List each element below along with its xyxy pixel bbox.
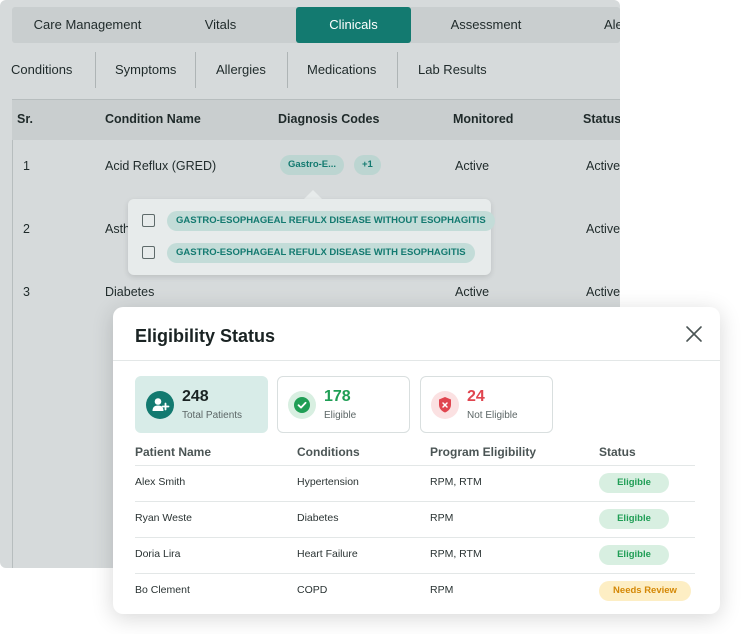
header-program-eligibility: Program Eligibility (430, 445, 537, 459)
row-divider (135, 573, 695, 574)
row-monitored: Active (455, 159, 490, 173)
row-status: Active (586, 285, 620, 299)
subtab-symptoms[interactable]: Symptoms (115, 52, 176, 88)
patient-program: RPM, RTM (430, 548, 482, 560)
diagnosis-option-label: GASTRO-ESOPHAGEAL REFULX DISEASE WITH ES… (167, 243, 475, 263)
patient-name: Alex Smith (135, 476, 186, 488)
header-condition-name: Condition Name (105, 112, 201, 126)
header-conditions: Conditions (297, 445, 360, 459)
tab-clinicals[interactable]: Clinicals (296, 7, 411, 43)
diagnosis-option-label: GASTRO-ESOPHAGEAL REFULX DISEASE WITHOUT… (167, 211, 495, 231)
main-tab-bar: Care Management Vitals Clinicals Assessm… (12, 7, 620, 43)
stat-value: 178 (324, 388, 351, 405)
stat-label: Not Eligible (467, 410, 518, 421)
header-status: Status (599, 445, 636, 459)
close-icon[interactable] (684, 324, 704, 344)
modal-divider (113, 360, 720, 361)
more-codes-chip[interactable]: +1 (354, 155, 381, 175)
patient-condition: COPD (297, 584, 328, 596)
header-diagnosis-codes: Diagnosis Codes (278, 112, 380, 126)
clinicals-sub-tabs: Conditions Symptoms Allergies Medication… (0, 52, 620, 88)
diagnosis-codes-popover: GASTRO-ESOPHAGEAL REFULX DISEASE WITHOUT… (128, 199, 495, 275)
option-checkbox[interactable] (142, 246, 155, 259)
row-divider (135, 501, 695, 502)
status-badge: Eligible (599, 473, 669, 493)
row-monitored: Active (455, 285, 490, 299)
stat-label: Eligible (324, 410, 357, 421)
stat-card-eligible[interactable]: 178 Eligible (277, 376, 410, 433)
stat-value: 24 (467, 388, 485, 405)
patient-program: RPM (430, 512, 454, 524)
patient-program: RPM (430, 584, 454, 596)
patient-name: Bo Clement (135, 584, 190, 596)
patient-program: RPM, RTM (430, 476, 482, 488)
shield-x-icon (431, 391, 459, 419)
stat-label: Total Patients (182, 410, 243, 421)
row-sr: 1 (23, 159, 30, 173)
stat-value: 248 (182, 388, 209, 405)
diagnosis-code-chip[interactable]: Gastro-E... (280, 155, 345, 175)
header-monitored: Monitored (453, 112, 514, 126)
row-divider (135, 465, 695, 466)
subtab-medications[interactable]: Medications (307, 52, 376, 88)
row-status: Active (586, 222, 620, 236)
tab-assessment[interactable]: Assessment (427, 7, 545, 43)
divider (195, 52, 196, 88)
row-condition-name: Acid Reflux (GRED) (105, 159, 217, 173)
header-sr: Sr. (17, 112, 33, 126)
stat-card-total-patients[interactable]: 248 Total Patients (135, 376, 268, 433)
tab-alerts[interactable]: Ale (604, 7, 620, 43)
subtab-allergies[interactable]: Allergies (216, 52, 266, 88)
divider (287, 52, 288, 88)
stat-card-not-eligible[interactable]: 24 Not Eligible (420, 376, 553, 433)
status-badge: Eligible (599, 509, 669, 529)
patient-name: Doria Lira (135, 548, 181, 560)
tab-care-management[interactable]: Care Management (12, 7, 163, 43)
subtab-conditions[interactable]: Conditions (11, 52, 72, 88)
header-status: Status (583, 112, 620, 126)
tab-vitals[interactable]: Vitals (163, 7, 278, 43)
patient-condition: Heart Failure (297, 548, 358, 560)
row-divider (135, 537, 695, 538)
divider (397, 52, 398, 88)
row-sr: 2 (23, 222, 30, 236)
row-condition-name: Diabetes (105, 285, 155, 299)
row-status: Active (586, 159, 620, 173)
subtab-lab-results[interactable]: Lab Results (418, 52, 487, 88)
check-circle-icon (288, 391, 316, 419)
status-badge: Needs Review (599, 581, 691, 601)
header-patient-name: Patient Name (135, 445, 212, 459)
add-user-icon (146, 391, 174, 419)
row-sr: 3 (23, 285, 30, 299)
status-badge: Eligible (599, 545, 669, 565)
patient-condition: Hypertension (297, 476, 359, 488)
modal-title: Eligibility Status (135, 326, 276, 346)
option-checkbox[interactable] (142, 214, 155, 227)
divider (95, 52, 96, 88)
eligibility-status-modal: Eligibility Status 248 Total Patients 17… (113, 307, 720, 614)
patient-name: Ryan Weste (135, 512, 192, 524)
patient-condition: Diabetes (297, 512, 339, 524)
row-condition-name: Asth (105, 222, 131, 236)
